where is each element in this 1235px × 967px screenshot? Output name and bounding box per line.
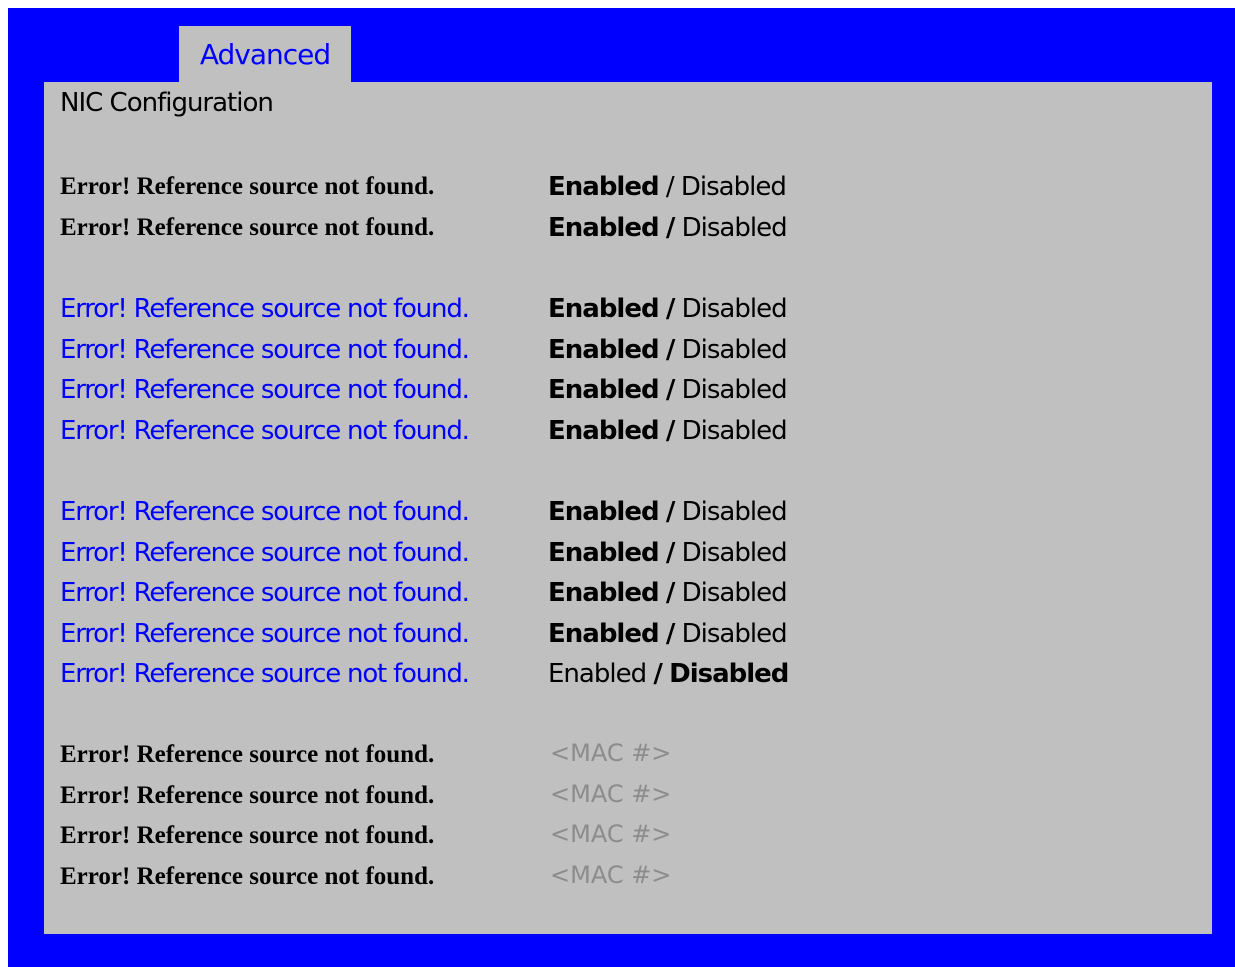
- option-separator: /: [665, 375, 675, 405]
- setting-label[interactable]: Error! Reference source not found.: [60, 411, 470, 451]
- option-separator: /: [653, 659, 662, 689]
- option-value[interactable]: Enabled / Disabled: [548, 654, 789, 694]
- option-disabled: Disabled: [681, 334, 788, 365]
- option-enabled: Enabled: [548, 334, 660, 365]
- option-value[interactable]: Enabled / Disabled: [548, 411, 788, 451]
- option-value[interactable]: Enabled / Disabled: [548, 370, 788, 410]
- setting-label[interactable]: Error! Reference source not found.: [60, 654, 470, 694]
- option-enabled: Enabled: [548, 537, 660, 568]
- setting-label: Error! Reference source not found.: [60, 214, 435, 241]
- mac-address-value: <MAC #>: [550, 820, 672, 848]
- setting-label: Error! Reference source not found.: [60, 781, 435, 809]
- option-enabled: Enabled: [548, 172, 660, 202]
- tab-advanced[interactable]: Advanced: [179, 26, 351, 86]
- option-disabled: Disabled: [680, 172, 787, 202]
- option-separator: /: [665, 497, 675, 527]
- option-disabled: Disabled: [681, 415, 788, 446]
- option-enabled: Enabled: [548, 294, 660, 324]
- mac-address-value: <MAC #>: [550, 779, 672, 808]
- setting-label[interactable]: Error! Reference source not found.: [60, 289, 470, 329]
- setting-label: Error! Reference source not found.: [60, 741, 435, 768]
- option-separator: /: [665, 415, 675, 446]
- option-disabled: Disabled: [681, 578, 788, 608]
- option-separator: /: [665, 537, 675, 568]
- setting-label[interactable]: Error! Reference source not found.: [60, 330, 470, 370]
- option-disabled: Disabled: [669, 659, 789, 689]
- option-separator: /: [665, 618, 675, 649]
- option-value[interactable]: Enabled / Disabled: [548, 533, 788, 573]
- option-enabled: Enabled: [548, 415, 660, 446]
- setting-label[interactable]: Error! Reference source not found.: [60, 573, 470, 613]
- option-value[interactable]: Enabled / Disabled: [548, 330, 788, 370]
- setting-label[interactable]: Error! Reference source not found.: [60, 533, 470, 573]
- option-separator: /: [665, 334, 675, 365]
- option-enabled: Enabled: [548, 375, 660, 405]
- mac-address-value: <MAC #>: [550, 860, 672, 889]
- option-enabled: Enabled: [548, 659, 647, 689]
- setting-label: Error! Reference source not found.: [60, 173, 435, 200]
- option-separator: /: [665, 578, 675, 608]
- setting-label[interactable]: Error! Reference source not found.: [60, 370, 470, 410]
- option-disabled: Disabled: [681, 294, 788, 324]
- option-disabled: Disabled: [681, 213, 788, 243]
- option-enabled: Enabled: [548, 497, 660, 527]
- mac-address-value: <MAC #>: [550, 739, 672, 767]
- option-disabled: Disabled: [681, 618, 788, 649]
- option-separator: /: [665, 213, 675, 243]
- option-enabled: Enabled: [548, 213, 660, 243]
- setting-label: Error! Reference source not found.: [60, 862, 435, 890]
- option-value[interactable]: Enabled / Disabled: [548, 167, 787, 207]
- option-disabled: Disabled: [681, 497, 788, 527]
- option-disabled: Disabled: [681, 375, 788, 405]
- page-title: NIC Configuration: [60, 88, 274, 118]
- setting-label[interactable]: Error! Reference source not found.: [60, 492, 470, 532]
- setting-label[interactable]: Error! Reference source not found.: [60, 614, 470, 654]
- option-enabled: Enabled: [548, 578, 660, 608]
- option-enabled: Enabled: [548, 618, 660, 649]
- option-separator: /: [665, 294, 675, 324]
- option-value[interactable]: Enabled / Disabled: [548, 573, 788, 613]
- option-value[interactable]: Enabled / Disabled: [548, 289, 788, 329]
- option-value[interactable]: Enabled / Disabled: [548, 614, 788, 654]
- option-separator: /: [665, 172, 675, 202]
- setting-label: Error! Reference source not found.: [60, 822, 435, 849]
- option-value[interactable]: Enabled / Disabled: [548, 492, 788, 532]
- option-value[interactable]: Enabled / Disabled: [548, 208, 788, 248]
- option-disabled: Disabled: [681, 537, 788, 568]
